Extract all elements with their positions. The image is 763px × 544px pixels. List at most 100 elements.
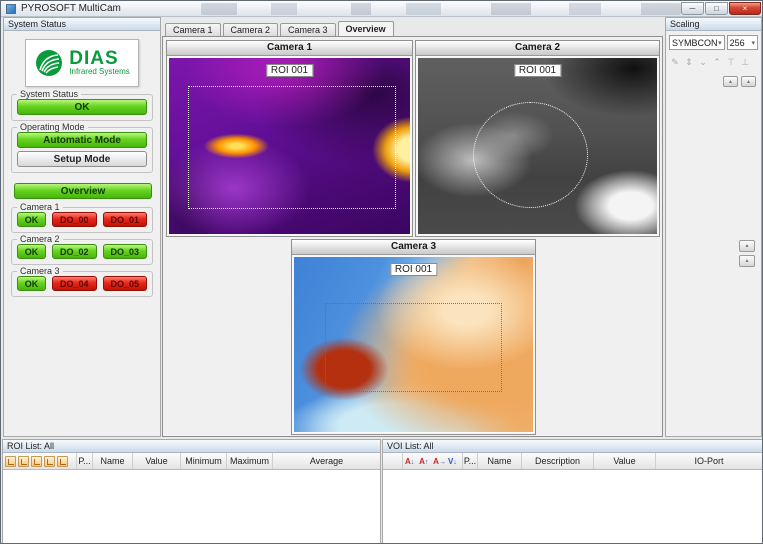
roi-hide-all-icon[interactable] — [18, 456, 29, 467]
roi-show-all-icon[interactable] — [5, 456, 16, 467]
titlebar: PYROSOFT MultiCam ─ □ × — [1, 1, 763, 17]
camera3-roi-label: ROI 001 — [390, 263, 437, 276]
camera1-status-group: Camera 1 OK DO_00 DO_01 — [11, 207, 153, 233]
tab-camera2[interactable]: Camera 2 — [223, 23, 279, 36]
overview-tab-content: Camera 1 ROI 001 Camera 2 ROI 001 Camera… — [162, 36, 663, 437]
window-title: PYROSOFT MultiCam — [21, 3, 121, 14]
sort-value-down-icon[interactable]: V↓ — [448, 455, 460, 467]
tab-camera1[interactable]: Camera 1 — [165, 23, 221, 36]
auto-range-icon[interactable]: ⇕ — [684, 57, 694, 68]
system-status-group: System Status OK — [11, 94, 153, 121]
roi-column-maximum[interactable]: Maximum — [227, 453, 273, 469]
levels-select-value: 256 — [730, 38, 745, 48]
view-tabs: Camera 1 Camera 2 Camera 3 Overview — [165, 23, 394, 37]
palette-select-value: SYMBCON — [672, 38, 718, 48]
camera3-ok-button[interactable]: OK — [17, 276, 46, 291]
app-icon — [6, 4, 16, 14]
tab-camera3[interactable]: Camera 3 — [280, 23, 336, 36]
camera2-view-title: Camera 2 — [416, 41, 659, 56]
camera2-do03-button[interactable]: DO_03 — [103, 244, 147, 259]
camera2-thermal-image[interactable]: ROI 001 — [418, 58, 657, 234]
roi-table-body[interactable] — [3, 470, 380, 544]
camera3-group-label: Camera 3 — [17, 266, 63, 276]
upper-limit-icon[interactable]: ⊤ — [726, 57, 736, 68]
range-min-icon[interactable]: ⌄ — [698, 57, 708, 68]
range-spin-down-button[interactable]: ▴ — [739, 255, 755, 267]
camera1-roi-label: ROI 001 — [266, 64, 313, 77]
scale-down-button[interactable]: ▴ — [741, 76, 756, 87]
roi-column-name[interactable]: Name — [93, 453, 133, 469]
voi-column-value[interactable]: Value — [594, 453, 656, 469]
palette-select[interactable]: SYMBCON ▾ — [669, 35, 725, 50]
camera3-roi-rectangle — [325, 303, 502, 392]
camera3-view-title: Camera 3 — [292, 240, 535, 255]
system-status-panel: System Status DIAS Infrared Systems Syst… — [3, 17, 161, 437]
setup-mode-button[interactable]: Setup Mode — [17, 151, 147, 167]
camera2-view-panel: Camera 2 ROI 001 — [415, 40, 660, 237]
camera2-roi-label: ROI 001 — [514, 64, 561, 77]
camera2-group-label: Camera 2 — [17, 234, 63, 244]
voi-table-body[interactable] — [383, 470, 762, 544]
sort-az-right-icon[interactable]: A→ — [433, 455, 446, 467]
dias-logo-subtitle: Infrared Systems — [69, 67, 129, 76]
camera1-ok-button[interactable]: OK — [17, 212, 46, 227]
operating-mode-group: Operating Mode Automatic Mode Setup Mode — [11, 127, 153, 173]
camera3-status-group: Camera 3 OK DO_04 DO_05 — [11, 271, 153, 297]
voi-table-header: A↓ A↑ A→ V↓ P... Name Description Value … — [383, 453, 762, 470]
range-spin-up-button[interactable]: ▴ — [739, 240, 755, 252]
chevron-down-icon: ▾ — [718, 39, 722, 47]
system-status-ok-button[interactable]: OK — [17, 99, 147, 115]
dias-logo-name: DIAS — [69, 50, 129, 67]
system-status-group-label: System Status — [17, 89, 81, 99]
voi-list-panel: VOI List: All A↓ A↑ A→ V↓ P... Name Desc… — [382, 439, 763, 543]
camera1-view-title: Camera 1 — [167, 41, 412, 56]
automatic-mode-button[interactable]: Automatic Mode — [17, 132, 147, 148]
scaling-toolbar: ✎ ⇕ ⌄ ⌃ ⊤ ⊥ — [670, 57, 757, 68]
tab-overview[interactable]: Overview — [338, 21, 394, 36]
roi-list-panel: ROI List: All P... Name Value Minimum Ma… — [2, 439, 381, 543]
camera1-group-label: Camera 1 — [17, 202, 63, 212]
roi-column-value[interactable]: Value — [133, 453, 181, 469]
camera2-ok-button[interactable]: OK — [17, 244, 46, 259]
sort-az-down-icon[interactable]: A↓ — [405, 455, 417, 467]
chevron-down-icon: ▾ — [751, 39, 755, 47]
roi-column-average[interactable]: Average — [273, 453, 380, 469]
camera2-roi-circle — [473, 102, 588, 208]
camera1-roi-rectangle — [188, 86, 395, 209]
scaling-panel: Scaling SYMBCON ▾ 256 ▾ ✎ ⇕ ⌄ ⌃ ⊤ ⊥ ▴ ▴ … — [665, 17, 762, 437]
camera3-thermal-image[interactable]: ROI 001 — [294, 257, 533, 432]
camera1-thermal-image[interactable]: ROI 001 — [169, 58, 410, 234]
voi-column-ioport[interactable]: IO-Port — [656, 453, 762, 469]
edit-palette-icon[interactable]: ✎ — [670, 57, 680, 68]
roi-column-minimum[interactable]: Minimum — [181, 453, 227, 469]
desktop-ghost-icons — [201, 3, 681, 15]
maximize-button[interactable]: □ — [705, 2, 728, 15]
voi-list-header: VOI List: All — [383, 440, 762, 453]
roi-sort-down-icon[interactable] — [44, 456, 55, 467]
camera1-view-panel: Camera 1 ROI 001 — [166, 40, 413, 237]
camera3-do04-button[interactable]: DO_04 — [52, 276, 96, 291]
roi-export-icon[interactable] — [57, 456, 68, 467]
lower-limit-icon[interactable]: ⊥ — [740, 57, 750, 68]
camera1-do00-button[interactable]: DO_00 — [52, 212, 96, 227]
dias-logo-icon — [34, 48, 64, 78]
scale-up-button[interactable]: ▴ — [723, 76, 738, 87]
close-button[interactable]: × — [729, 2, 761, 15]
operating-mode-group-label: Operating Mode — [17, 122, 88, 132]
range-max-icon[interactable]: ⌃ — [712, 57, 722, 68]
voi-column-name[interactable]: Name — [478, 453, 522, 469]
roi-column-p[interactable]: P... — [77, 453, 93, 469]
sort-az-up-icon[interactable]: A↑ — [419, 455, 431, 467]
camera1-do01-button[interactable]: DO_01 — [103, 212, 147, 227]
voi-column-p[interactable]: P... — [463, 453, 478, 469]
overview-button[interactable]: Overview — [14, 183, 152, 199]
camera3-do05-button[interactable]: DO_05 — [103, 276, 147, 291]
minimize-button[interactable]: ─ — [681, 2, 704, 15]
roi-list-header: ROI List: All — [3, 440, 380, 453]
app-window: PYROSOFT MultiCam ─ □ × System Status DI… — [0, 0, 763, 544]
camera2-do02-button[interactable]: DO_02 — [52, 244, 96, 259]
roi-sort-up-icon[interactable] — [31, 456, 42, 467]
voi-column-description[interactable]: Description — [522, 453, 594, 469]
levels-select[interactable]: 256 ▾ — [727, 35, 758, 50]
camera2-status-group: Camera 2 OK DO_02 DO_03 — [11, 239, 153, 265]
